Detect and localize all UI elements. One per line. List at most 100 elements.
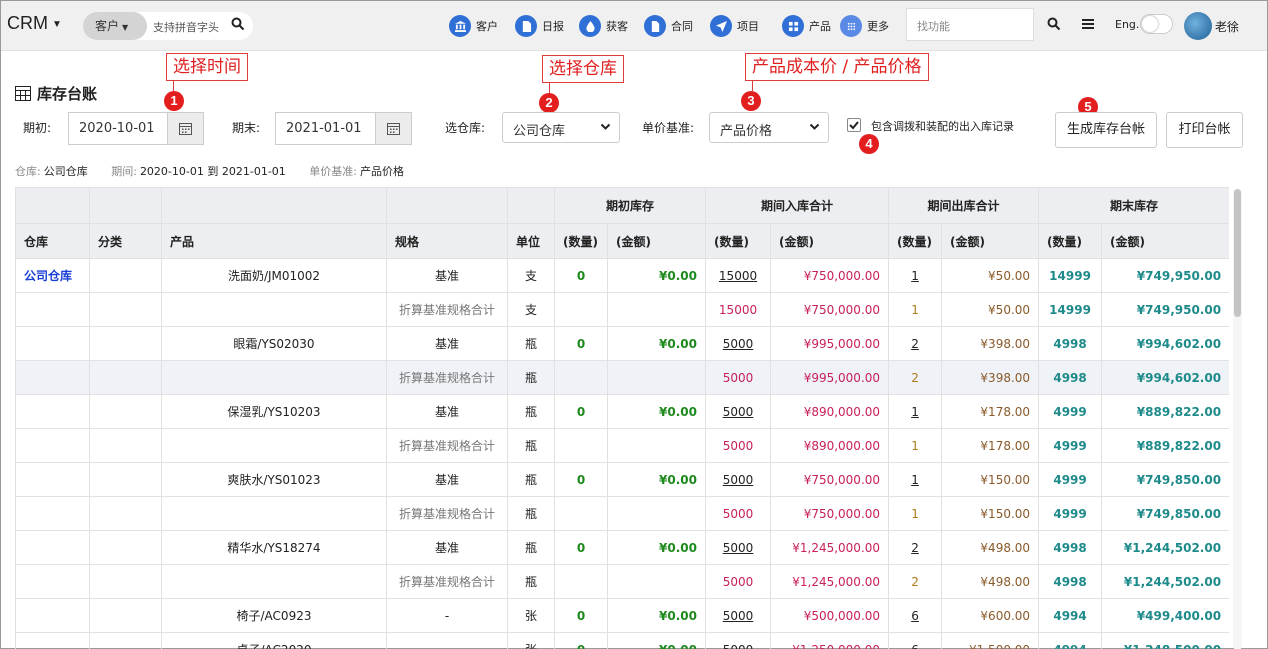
nav-contract[interactable]: 合同 (644, 14, 693, 38)
warehouse-cell (15, 394, 90, 429)
inbound-qty-cell-link[interactable]: 5000 (723, 337, 754, 351)
search-input[interactable]: 支持拼音字头 (153, 19, 219, 35)
unit-cell: 瓶 (507, 326, 555, 361)
annotation-badge-1: 1 (164, 91, 184, 111)
nav-customer[interactable]: 客户 (449, 14, 498, 38)
closing-qty-cell: 4999 (1038, 462, 1103, 497)
print-ledger-button[interactable]: 打印台帐 (1166, 112, 1243, 148)
outbound-qty-cell[interactable]: 6 (888, 598, 943, 633)
unit-cell: 瓶 (507, 360, 555, 395)
search-type-dropdown[interactable]: 客户 ▼ (83, 12, 147, 40)
closing-amount-cell: ¥889,822.00 (1101, 394, 1229, 429)
inbound-qty-cell-link[interactable]: 5000 (723, 643, 754, 649)
hamburger-menu-icon[interactable] (1082, 18, 1094, 30)
price-basis-select[interactable]: 产品价格 (709, 112, 829, 143)
outbound-qty-cell: 2 (888, 564, 943, 599)
spec-cell: 基准 (386, 258, 508, 293)
search-icon[interactable] (1047, 17, 1061, 31)
inbound-qty-cell[interactable]: 5000 (705, 530, 772, 565)
info-period-value: 2020-10-01 到 2021-01-01 (139, 165, 286, 178)
category-cell (89, 564, 162, 599)
opening-amount-cell: ¥0.00 (606, 632, 707, 649)
outbound-qty-cell-link[interactable]: 1 (911, 269, 919, 283)
nav-product[interactable]: 产品 (782, 14, 831, 38)
spec-cell: 折算基准规格合计 (386, 360, 508, 395)
warehouse-select[interactable]: 公司仓库 (502, 112, 620, 143)
outbound-qty-cell[interactable]: 2 (888, 530, 943, 565)
outbound-qty-cell[interactable]: 1 (888, 462, 943, 497)
outbound-amount-cell: ¥178.00 (941, 394, 1040, 429)
table-row: 保湿乳/YS10203 基准瓶 0 ¥0.00 5000 ¥890,000.00 1 ¥178… (15, 394, 1229, 429)
info-period-key: 期间: (111, 165, 137, 178)
inbound-qty-cell[interactable]: 5000 (705, 394, 772, 429)
outbound-qty-cell[interactable]: 2 (888, 326, 943, 361)
start-calendar-button[interactable] (167, 112, 204, 145)
inbound-qty-cell[interactable]: 15000 (705, 258, 772, 293)
scroll-thumb[interactable] (1234, 189, 1241, 317)
warehouse-cell (15, 462, 90, 497)
closing-qty-cell: 4999 (1038, 496, 1103, 531)
outbound-amount-cell: ¥50.00 (941, 292, 1040, 327)
inbound-qty-cell-link[interactable]: 5000 (723, 609, 754, 623)
nav-more[interactable]: 更多 (840, 14, 889, 38)
warehouse-cell[interactable]: 公司仓库 (15, 258, 90, 293)
search-type-label: 客户 (95, 19, 120, 33)
inbound-qty-cell-link[interactable]: 5000 (723, 473, 754, 487)
outbound-qty-cell-link[interactable]: 1 (911, 473, 919, 487)
warehouse-select-value: 公司仓库 (513, 124, 566, 139)
opening-amount-cell (606, 360, 707, 395)
warehouse-cell (15, 326, 90, 361)
column-header: (数量) (888, 223, 943, 259)
outbound-qty-cell-link[interactable]: 6 (911, 643, 919, 649)
nav-acquire[interactable]: 获客 (579, 14, 628, 38)
outbound-qty-cell-link[interactable]: 2 (911, 541, 919, 555)
table-scrollbar[interactable] (1233, 189, 1242, 649)
table-row: 折算基准规格合计瓶 5000 ¥750,000.00 1 ¥150.00 4999 ¥749… (15, 496, 1229, 531)
nav-project[interactable]: 项目 (710, 14, 759, 38)
start-date-input[interactable]: 2020-10-01 (68, 112, 168, 145)
user-name[interactable]: 老徐 (1215, 18, 1239, 35)
outbound-qty-cell: 1 (888, 496, 943, 531)
end-date-input[interactable]: 2021-01-01 (275, 112, 376, 145)
inbound-qty-cell-link[interactable]: 5000 (723, 405, 754, 419)
include-transfer-checkbox[interactable] (847, 118, 861, 132)
spec-cell: 折算基准规格合计 (386, 292, 508, 327)
inbound-qty-cell[interactable]: 5000 (705, 598, 772, 633)
unit-cell: 瓶 (507, 530, 555, 565)
avatar[interactable] (1184, 12, 1212, 40)
spec-cell: 基准 (386, 462, 508, 497)
inbound-qty-cell-link[interactable]: 15000 (719, 269, 757, 283)
outbound-qty-cell-link[interactable]: 6 (911, 609, 919, 623)
outbound-qty-cell-link[interactable]: 2 (911, 337, 919, 351)
end-calendar-button[interactable] (375, 112, 412, 145)
outbound-qty-cell[interactable]: 1 (888, 394, 943, 429)
closing-amount-cell: ¥994,602.00 (1101, 360, 1229, 395)
opening-qty-cell: 0 (554, 462, 608, 497)
outbound-qty-cell-link[interactable]: 1 (911, 405, 919, 419)
nav-daily-report[interactable]: 日报 (515, 14, 564, 38)
inbound-qty-cell[interactable]: 5000 (705, 462, 772, 497)
category-cell (89, 428, 162, 463)
generate-ledger-button[interactable]: 生成库存台帐 (1055, 112, 1157, 148)
closing-amount-cell: ¥749,950.00 (1101, 292, 1229, 327)
inbound-qty-cell[interactable]: 5000 (705, 326, 772, 361)
closing-qty-cell: 4999 (1038, 394, 1103, 429)
bank-icon (449, 15, 471, 37)
closing-qty-cell: 4999 (1038, 428, 1103, 463)
search-icon[interactable] (231, 17, 245, 31)
inbound-qty-cell-link[interactable]: 5000 (723, 541, 754, 555)
function-search-input[interactable]: 找功能 (906, 8, 1034, 41)
table-row: 爽肤水/YS01023 基准瓶 0 ¥0.00 5000 ¥750,000.00 1 ¥150… (15, 462, 1229, 497)
column-header: (数量) (554, 223, 608, 259)
closing-qty-cell: 4998 (1038, 360, 1103, 395)
column-header: (金额) (1101, 223, 1229, 259)
opening-qty-cell: 0 (554, 632, 608, 649)
outbound-qty-cell[interactable]: 1 (888, 258, 943, 293)
unit-cell: 瓶 (507, 428, 555, 463)
outbound-qty-cell[interactable]: 6 (888, 632, 943, 649)
page-title-text: 库存台账 (37, 85, 98, 103)
brand-menu[interactable]: CRM ▼ (7, 13, 62, 34)
language-toggle[interactable] (1140, 14, 1173, 34)
warehouse-cell (15, 598, 90, 633)
inbound-qty-cell[interactable]: 5000 (705, 632, 772, 649)
